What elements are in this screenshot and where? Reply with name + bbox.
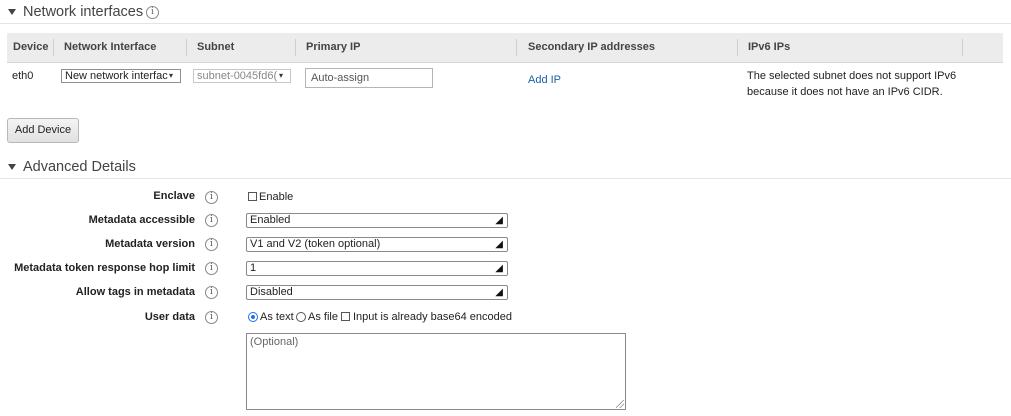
advanced-details-header[interactable]: Advanced Details (0, 157, 1011, 179)
subnet-value: subnet-0045fd6( (197, 70, 278, 82)
base64-checkbox[interactable] (341, 312, 350, 321)
info-icon[interactable]: i (205, 191, 218, 204)
metadata-accessible-select[interactable]: Enabled ◢ (246, 213, 508, 228)
hop-limit-label: Metadata token response hop limit (14, 262, 195, 274)
column-header-ipv6: IPv6 IPs (748, 41, 791, 53)
hop-limit-value: 1 (250, 262, 257, 274)
as-file-label: As file (308, 311, 338, 323)
chevron-down-icon: ▾ (169, 71, 174, 80)
column-separator (295, 39, 296, 56)
collapse-caret-icon[interactable] (8, 9, 16, 15)
info-icon[interactable]: i (205, 286, 218, 299)
info-icon[interactable]: i (205, 238, 218, 251)
ipv6-message-line1: The selected subnet does not support IPv… (747, 70, 957, 82)
section-title: Network interfaces (23, 4, 144, 20)
network-table-header: Device Network Interface Subnet Primary … (7, 33, 1003, 63)
enclave-enable-label: Enable (259, 191, 294, 203)
metadata-accessible-label: Metadata accessible (88, 214, 195, 226)
column-header-primary-ip: Primary IP (306, 41, 361, 53)
column-separator (962, 39, 963, 56)
column-separator (516, 39, 517, 56)
info-icon[interactable]: i (205, 262, 218, 275)
add-device-button[interactable]: Add Device (7, 118, 79, 143)
enclave-checkbox[interactable] (248, 192, 257, 201)
as-text-radio[interactable] (248, 312, 258, 322)
dropdown-arrow-icon: ◢ (495, 263, 503, 274)
metadata-accessible-value: Enabled (250, 214, 291, 226)
allow-tags-value: Disabled (250, 286, 293, 298)
user-data-placeholder: (Optional) (250, 336, 299, 348)
network-interface-value: New network interfac (65, 70, 168, 82)
info-icon[interactable]: i (205, 311, 218, 324)
column-separator (737, 39, 738, 56)
metadata-version-label: Metadata version (105, 238, 195, 250)
user-data-textarea[interactable]: (Optional) (246, 333, 626, 410)
section-title: Advanced Details (23, 159, 136, 175)
chevron-down-icon: ▾ (279, 71, 284, 80)
allow-tags-label: Allow tags in metadata (75, 286, 195, 298)
user-data-label: User data (144, 311, 195, 323)
network-interface-select[interactable]: New network interfac ▾ (61, 69, 181, 83)
info-icon[interactable]: i (146, 6, 159, 19)
column-separator (186, 39, 187, 56)
dropdown-arrow-icon: ◢ (495, 215, 503, 226)
subnet-select[interactable]: subnet-0045fd6( ▾ (193, 69, 291, 83)
ipv6-message-line2: because it does not have an IPv6 CIDR. (747, 86, 943, 98)
primary-ip-input[interactable]: Auto-assign (305, 68, 433, 88)
device-cell: eth0 (12, 70, 34, 82)
base64-label: Input is already base64 encoded (353, 311, 513, 323)
column-header-device: Device (13, 41, 49, 53)
allow-tags-select[interactable]: Disabled ◢ (246, 285, 508, 300)
dropdown-arrow-icon: ◢ (495, 239, 503, 250)
info-icon[interactable]: i (205, 214, 218, 227)
hop-limit-select[interactable]: 1 ◢ (246, 261, 508, 276)
as-file-radio[interactable] (296, 312, 306, 322)
metadata-version-select[interactable]: V1 and V2 (token optional) ◢ (246, 237, 508, 252)
as-text-label: As text (260, 311, 294, 323)
dropdown-arrow-icon: ◢ (495, 287, 503, 298)
column-header-secondary-ip: Secondary IP addresses (528, 41, 655, 53)
resize-grip-icon[interactable] (616, 400, 624, 408)
enclave-label: Enclave (153, 190, 195, 202)
column-header-subnet: Subnet (197, 41, 235, 53)
add-ip-link[interactable]: Add IP (528, 74, 561, 86)
network-interfaces-header[interactable]: Network interfaces i (0, 2, 1011, 24)
column-header-network-interface: Network Interface (64, 41, 157, 53)
column-separator (53, 39, 54, 56)
collapse-caret-icon[interactable] (8, 164, 16, 170)
metadata-version-value: V1 and V2 (token optional) (250, 238, 381, 250)
